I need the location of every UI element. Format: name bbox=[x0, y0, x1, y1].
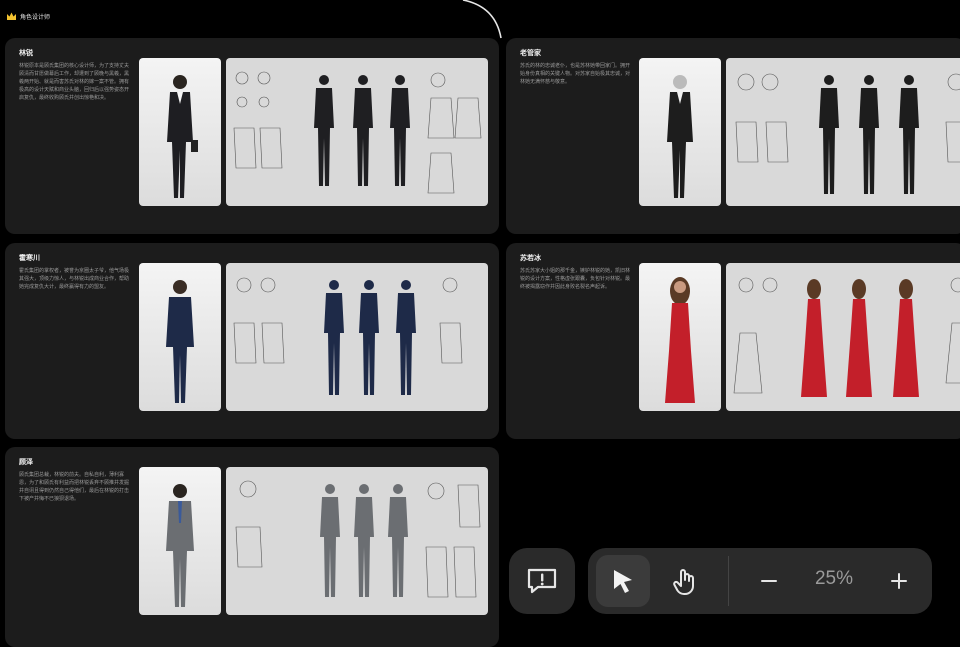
zoom-out-button[interactable] bbox=[750, 562, 788, 600]
character-description: 霍氏集团的掌权者，被誉为京圈太子爷，他气场极其强大，顶级力惊人，与林锐出成商业合… bbox=[19, 267, 131, 291]
character-card-suruobing[interactable]: 苏若冰 苏氏苏家大小姐的那千金，嫉妒林锐的她，凯旧林锐的设计方案，性格虚张跟囊，… bbox=[506, 243, 960, 439]
select-tool-button[interactable] bbox=[596, 555, 650, 607]
character-name: 苏若冰 bbox=[520, 253, 541, 263]
canvas-toolbar: 25% bbox=[588, 548, 932, 614]
character-name: 林锐 bbox=[19, 48, 33, 58]
feedback-button[interactable] bbox=[509, 548, 575, 614]
character-photo[interactable] bbox=[639, 58, 721, 206]
zoom-level: 25% bbox=[794, 568, 874, 590]
character-card-guze[interactable]: 顾泽 顾氏集团总裁，林锐的前夫。自私自利，薄利寡恩，为了和顾氏有利益而把林锐丢弃… bbox=[5, 447, 499, 647]
feedback-icon bbox=[526, 567, 558, 595]
board-title-label: 角色设计师 bbox=[20, 12, 50, 21]
character-photo[interactable] bbox=[139, 467, 221, 615]
character-description: 林锐原本是顾氏集团的核心设计师，为了支持丈夫顾清而甘愿做幕后工作，却遭到了顾晚与… bbox=[19, 62, 131, 102]
connector-line bbox=[455, 0, 515, 42]
design-sheet-image[interactable] bbox=[726, 58, 960, 206]
minus-icon bbox=[759, 571, 779, 591]
character-name: 霍寒川 bbox=[19, 253, 40, 263]
design-sheet-image[interactable] bbox=[726, 263, 960, 411]
toolbar-divider bbox=[728, 556, 729, 606]
character-name: 老管家 bbox=[520, 48, 541, 58]
character-description: 苏氏的林的忠诚老仆，也是苏林她带回家门。拥开始身份真相的关键人物。对苏家自始极其… bbox=[520, 62, 632, 86]
design-sheet-image[interactable] bbox=[226, 263, 488, 411]
character-photo[interactable] bbox=[639, 263, 721, 411]
cursor-icon bbox=[608, 566, 638, 596]
design-sheet-image[interactable] bbox=[226, 467, 488, 615]
crown-icon bbox=[6, 12, 17, 21]
board-title: 角色设计师 bbox=[6, 12, 50, 21]
zoom-in-button[interactable] bbox=[880, 562, 918, 600]
character-description: 苏氏苏家大小姐的那千金，嫉妒林锐的她，凯旧林锐的设计方案，性格虚张跟囊，负包针对… bbox=[520, 267, 632, 291]
plus-icon bbox=[889, 571, 909, 591]
character-description: 顾氏集团总裁，林锐的前夫。自私自利，薄利寡恩，为了和顾氏有利益而把林锐丢弃不顾推… bbox=[19, 471, 131, 503]
character-name: 顾泽 bbox=[19, 457, 33, 467]
character-photo[interactable] bbox=[139, 263, 221, 411]
character-card-linrui[interactable]: 林锐 林锐原本是顾氏集团的核心设计师，为了支持丈夫顾清而甘愿做幕后工作，却遭到了… bbox=[5, 38, 499, 234]
character-photo[interactable] bbox=[139, 58, 221, 206]
design-sheet-image[interactable] bbox=[226, 58, 488, 206]
hand-tool-button[interactable] bbox=[658, 555, 712, 607]
character-card-butler[interactable]: 老管家 苏氏的林的忠诚老仆，也是苏林她带回家门。拥开始身份真相的关键人物。对苏家… bbox=[506, 38, 960, 234]
hand-icon bbox=[670, 566, 700, 596]
character-card-huohanchuan[interactable]: 霍寒川 霍氏集团的掌权者，被誉为京圈太子爷，他气场极其强大，顶级力惊人，与林锐出… bbox=[5, 243, 499, 439]
